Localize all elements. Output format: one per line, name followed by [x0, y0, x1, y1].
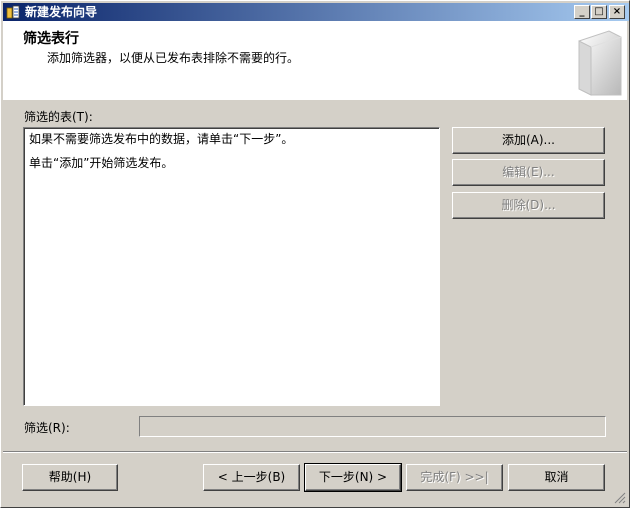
wizard-app-icon [6, 5, 20, 19]
resize-grip-icon[interactable] [614, 492, 626, 504]
filter-field[interactable] [139, 416, 606, 437]
close-button[interactable]: × [609, 5, 625, 19]
cancel-button[interactable]: 取消 [508, 464, 605, 491]
wizard-book-icon [578, 30, 622, 96]
filter-label: 筛选(R): [24, 421, 70, 435]
edit-button[interactable]: 编辑(E)... [452, 159, 605, 186]
finish-button[interactable]: 完成(F) >>| [406, 464, 503, 491]
page-title: 筛选表行 [23, 31, 79, 47]
window-title: 新建发布向导 [25, 5, 98, 19]
add-button[interactable]: 添加(A)... [452, 127, 605, 154]
delete-button[interactable]: 删除(D)... [452, 192, 605, 219]
list-item: 如果不需要筛选发布中的数据，请单击“下一步”。 [29, 132, 294, 146]
filtered-tables-list[interactable]: 如果不需要筛选发布中的数据，请单击“下一步”。 单击“添加”开始筛选发布。 [23, 127, 440, 406]
title-bar[interactable]: 新建发布向导 _ □ × [3, 3, 629, 21]
wizard-header: 筛选表行 添加筛选器，以便从已发布表排除不需要的行。 [3, 21, 627, 100]
wizard-window: 新建发布向导 _ □ × 筛选表行 添加筛选器，以便从已发布表排除不需要的行。 … [0, 0, 630, 508]
header-separator [3, 99, 627, 100]
back-button[interactable]: < 上一步(B) [203, 464, 300, 491]
next-button[interactable]: 下一步(N) > [304, 463, 402, 492]
page-subtitle: 添加筛选器，以便从已发布表排除不需要的行。 [47, 51, 300, 65]
list-item: 单击“添加”开始筛选发布。 [29, 156, 174, 170]
minimize-button[interactable]: _ [574, 5, 590, 19]
filtered-tables-label: 筛选的表(T): [24, 110, 93, 124]
help-button[interactable]: 帮助(H) [22, 464, 118, 491]
maximize-button[interactable]: □ [591, 5, 607, 19]
